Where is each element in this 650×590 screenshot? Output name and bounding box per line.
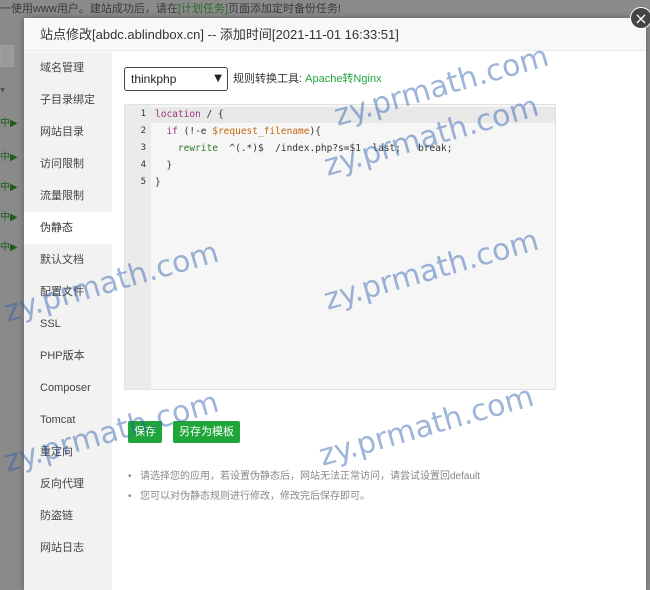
line-number: 2 (140, 126, 146, 136)
code-keyword: location (155, 109, 201, 120)
chevron-down-icon: ▼ (214, 73, 222, 84)
apache-to-nginx-link[interactable]: Apache转Nginx (305, 73, 381, 85)
convert-tool-text: 规则转换工具: (233, 73, 303, 85)
line-number: 5 (140, 177, 146, 187)
nav-item-reverse-proxy[interactable]: 反向代理 (24, 468, 112, 500)
site-edit-dialog: 站点修改[abdc.ablindbox.cn] -- 添加时间[2021-11-… (24, 18, 646, 590)
background-sidebar: ▾ 中▶ 中▶ 中▶ 中▶ 中▶ (0, 40, 22, 590)
nav-item-rewrite[interactable]: 伪静态 (24, 212, 112, 244)
rewrite-template-select[interactable]: thinkphp ▼ (124, 67, 228, 91)
save-button[interactable]: 保存 (128, 421, 162, 443)
save-as-template-button[interactable]: 另存为模板 (173, 421, 240, 443)
select-value: thinkphp (131, 72, 177, 86)
background-row-label: 中▶ (0, 182, 18, 193)
code-text: (!-e (177, 126, 213, 137)
code-keyword: if (166, 126, 178, 137)
line-number: 3 (140, 143, 146, 153)
code-line: } (155, 160, 173, 171)
dialog-title: 站点修改[abdc.ablindbox.cn] -- 添加时间[2021-11-… (24, 18, 646, 51)
rewrite-code-editor[interactable]: 1 2 3 4 5 location / { if (!-e $request_… (124, 104, 556, 390)
background-box (0, 45, 14, 67)
line-number: 1 (140, 109, 146, 119)
chevron-down-icon: ▾ (0, 85, 6, 96)
nav-item-redirect[interactable]: 重定向 (24, 436, 112, 468)
nav-item-site-dir[interactable]: 网站目录 (24, 116, 112, 148)
rewrite-panel: thinkphp ▼ 规则转换工具: Apache转Nginx 1 2 3 4 … (112, 52, 646, 590)
nav-item-composer[interactable]: Composer (24, 372, 112, 404)
convert-tool-label: 规则转换工具: Apache转Nginx (233, 67, 382, 91)
nav-item-subdir-binding[interactable]: 子目录绑定 (24, 84, 112, 116)
notice-prefix: 一使用www用户。建站成功后，请在 (0, 3, 178, 15)
code-line: if (!-e $request_filename){ (155, 126, 321, 137)
background-row-label: 中▶ (0, 242, 18, 253)
nav-item-hotlink-protection[interactable]: 防盗链 (24, 500, 112, 532)
line-number-gutter: 1 2 3 4 5 (125, 105, 151, 389)
nav-item-php-version[interactable]: PHP版本 (24, 340, 112, 372)
nav-item-config-file[interactable]: 配置文件 (24, 276, 112, 308)
nav-item-access-limit[interactable]: 访问限制 (24, 148, 112, 180)
code-text: ^(.*)$ /index.php?s=$1 last; break; (217, 143, 453, 154)
code-line: rewrite ^(.*)$ /index.php?s=$1 last; bre… (155, 143, 453, 154)
site-settings-nav: 域名管理 子目录绑定 网站目录 访问限制 流量限制 伪静态 默认文档 配置文件 … (24, 52, 112, 590)
code-text: / { (200, 109, 224, 120)
code-variable: $request_filename (212, 126, 310, 137)
nav-item-ssl[interactable]: SSL (24, 308, 112, 340)
tip-item: 您可以对伪静态规则进行修改，修改完后保存即可。 (128, 487, 628, 507)
background-row-label: 中▶ (0, 152, 18, 163)
nav-item-site-log[interactable]: 网站日志 (24, 532, 112, 564)
background-notice: 一使用www用户。建站成功后，请在[计划任务]页面添加定时备份任务! (0, 0, 650, 18)
close-icon[interactable]: × (630, 7, 650, 29)
line-number: 4 (140, 160, 146, 170)
notice-link[interactable]: [计划任务] (178, 3, 228, 15)
notice-suffix: 页面添加定时备份任务! (227, 3, 342, 15)
background-row-label: 中▶ (0, 118, 18, 129)
code-line: } (155, 177, 161, 188)
nav-item-traffic-limit[interactable]: 流量限制 (24, 180, 112, 212)
nav-item-default-doc[interactable]: 默认文档 (24, 244, 112, 276)
code-text: ){ (309, 126, 321, 137)
rewrite-toolbar: thinkphp ▼ 规则转换工具: Apache转Nginx (124, 67, 634, 91)
code-line: location / { (155, 109, 224, 120)
code-function: rewrite (177, 143, 218, 154)
nav-item-domain[interactable]: 域名管理 (24, 52, 112, 84)
background-row-label: 中▶ (0, 212, 18, 223)
help-tips: 请选择您的应用，若设置伪静态后，网站无法正常访问，请尝试设置回default 您… (128, 467, 628, 507)
tip-item: 请选择您的应用，若设置伪静态后，网站无法正常访问，请尝试设置回default (128, 467, 628, 487)
nav-item-tomcat[interactable]: Tomcat (24, 404, 112, 436)
